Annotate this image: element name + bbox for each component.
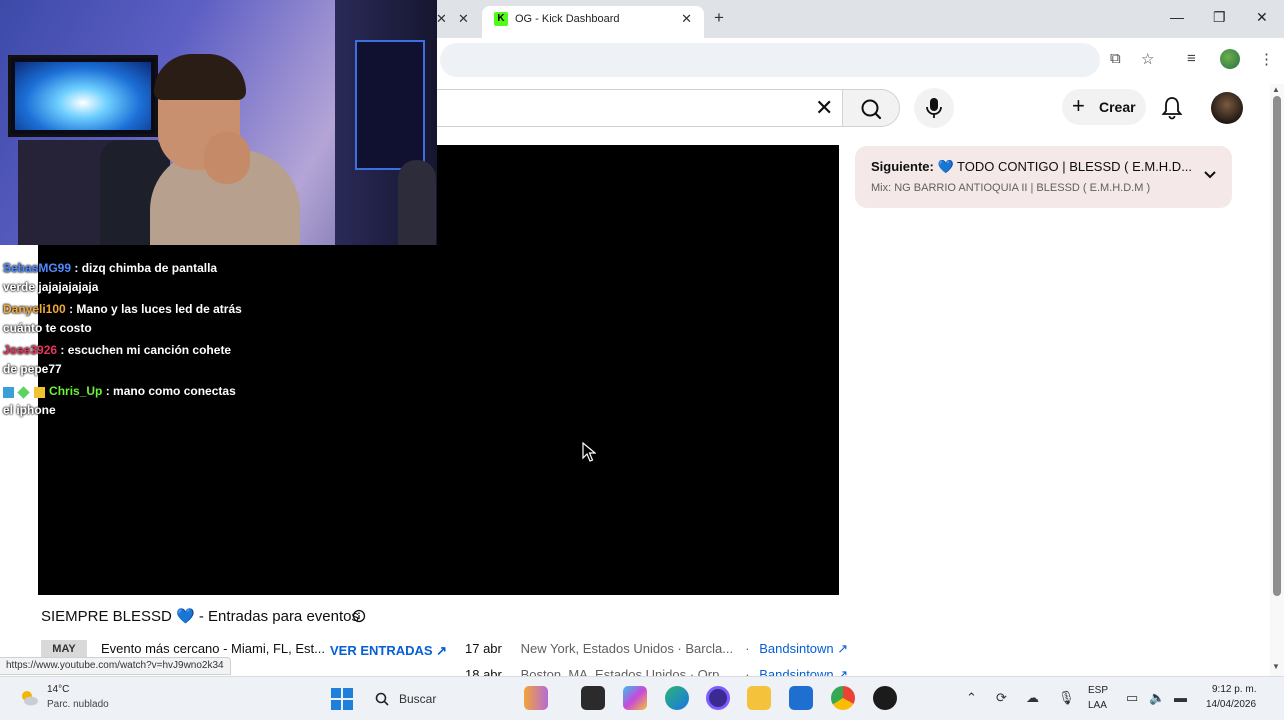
chrome-browser-icon[interactable]: [831, 686, 855, 710]
account-avatar[interactable]: [1211, 92, 1243, 124]
chat-message: SebasMG99 : dizq chimba de pantalla verd…: [3, 259, 248, 297]
plus-icon: +: [1072, 93, 1085, 118]
recording-app-icon[interactable]: [873, 686, 897, 710]
webcam-overlay: [0, 0, 437, 245]
kick-logo-icon: K: [494, 12, 508, 26]
tab-kick-dashboard[interactable]: K OG - Kick Dashboard ✕: [482, 6, 704, 38]
obs-studio-icon[interactable]: [706, 686, 730, 710]
view-tickets-link[interactable]: VER ENTRADAS ↗: [330, 643, 447, 659]
nearest-event-text: Evento más cercano - Miami, FL, Est...: [101, 641, 325, 656]
separator-dot: ·: [745, 641, 750, 656]
network-icon[interactable]: ▭: [1126, 690, 1138, 706]
bookmark-star-icon[interactable]: ☆: [1141, 50, 1154, 68]
link-status-bar: https://www.youtube.com/watch?v=hvJ9wno2…: [0, 657, 231, 675]
weather-temperature[interactable]: 14°C: [47, 684, 69, 695]
tab-title: OG - Kick Dashboard: [515, 13, 620, 25]
volume-icon[interactable]: 🔈: [1149, 690, 1165, 706]
youtube-search-button[interactable]: [842, 89, 900, 127]
voice-search-button[interactable]: [914, 88, 954, 128]
task-view-icon[interactable]: [581, 686, 605, 710]
microphone-icon: [926, 98, 942, 118]
tab-close-icon[interactable]: ✕: [436, 11, 447, 27]
weather-partly-cloudy-icon[interactable]: [18, 687, 40, 709]
address-bar[interactable]: [440, 43, 1100, 77]
up-next-subtitle: Mix: NG BARRIO ANTIOQUIA II | BLESSD ( E…: [871, 182, 1151, 194]
chat-message: Chris_Up : mano como conectas el iphone: [3, 382, 248, 420]
close-window-button[interactable]: ✕: [1256, 9, 1268, 26]
edge-browser-icon[interactable]: [665, 686, 689, 710]
chat-badges: [3, 382, 46, 401]
up-next-title-line: Siguiente: 💙 TODO CONTIGO | BLESSD ( E.M…: [871, 159, 1192, 175]
create-button[interactable]: + Crear: [1062, 89, 1146, 125]
search-icon: [861, 99, 882, 120]
scroll-up-arrow-icon[interactable]: ▲: [1272, 85, 1280, 94]
start-button[interactable]: [331, 688, 353, 710]
up-next-label: Siguiente:: [871, 159, 934, 174]
browser-menu-icon[interactable]: ⋮: [1259, 50, 1274, 68]
event-location: New York, Estados Unidos · Barcla...: [520, 641, 734, 656]
microsoft-store-icon[interactable]: [789, 686, 813, 710]
streamer-hair: [154, 54, 246, 100]
install-app-icon[interactable]: ⧉: [1110, 50, 1121, 67]
media-controls-icon[interactable]: ≡: [1187, 50, 1196, 67]
windows-logo-icon: [331, 688, 341, 698]
onedrive-cloud-icon[interactable]: ☁: [1026, 690, 1039, 706]
tv-screen: [8, 55, 158, 137]
taskbar-search-label: Buscar: [399, 692, 437, 706]
up-next-title: 💙 TODO CONTIGO | BLESSD ( E.M.H.D...: [937, 159, 1193, 174]
diamond-badge-icon: [17, 385, 31, 399]
microphone-tray-icon[interactable]: 🎙: [1058, 690, 1075, 706]
event-source-link[interactable]: Bandsintown ↗: [759, 641, 848, 656]
month-badge: MAY: [41, 640, 87, 658]
event-date: 17 abr: [465, 641, 502, 656]
microphone: [398, 160, 436, 245]
clock-time[interactable]: 9:12 p. m.: [1212, 684, 1256, 695]
language-indicator-line2[interactable]: LAA: [1088, 700, 1107, 711]
windows-taskbar: 14°C Parc. nublado Buscar ⌃ ⟳ ☁ 🎙 ESP LA…: [0, 676, 1284, 720]
events-section-title: SIEMPRE BLESSD 💙 - Entradas para eventos: [41, 608, 359, 625]
sync-icon[interactable]: ⟳: [996, 690, 1007, 706]
chat-username: Danyeli100: [3, 302, 66, 316]
maximize-button[interactable]: ❐: [1213, 9, 1226, 26]
streamer-hand: [204, 132, 250, 184]
show-hidden-icons-chevron-icon[interactable]: ⌃: [966, 690, 977, 706]
notifications-bell-icon[interactable]: [1160, 95, 1184, 121]
subscriber-badge-icon: [3, 386, 14, 398]
weather-description[interactable]: Parc. nublado: [47, 699, 109, 710]
tab-close-icon[interactable]: ✕: [681, 11, 692, 27]
fish-widget-icon[interactable]: [524, 686, 548, 710]
gift-badge-icon: [33, 386, 45, 398]
chat-username: Jose3926: [3, 343, 58, 357]
tab-close-icon[interactable]: ✕: [458, 11, 469, 27]
file-explorer-icon[interactable]: [747, 686, 771, 710]
search-icon: [375, 692, 389, 706]
create-label: Crear: [1099, 99, 1136, 115]
chat-message: Jose3926 : escuchen mi canción cohete de…: [3, 341, 248, 379]
copilot-icon[interactable]: [623, 686, 647, 710]
mouse-cursor-icon: [582, 442, 596, 462]
new-tab-button[interactable]: +: [714, 8, 724, 28]
scrollbar-thumb[interactable]: [1273, 96, 1281, 596]
page-scrollbar[interactable]: ▲ ▼: [1270, 84, 1284, 676]
profile-icon[interactable]: [1220, 49, 1240, 69]
chat-username: SebasMG99: [3, 261, 72, 275]
battery-icon[interactable]: ▬: [1174, 690, 1187, 705]
clear-search-icon[interactable]: ✕: [815, 95, 833, 121]
scroll-down-arrow-icon[interactable]: ▼: [1272, 662, 1280, 671]
info-icon[interactable]: [352, 609, 366, 623]
chevron-down-icon[interactable]: [1202, 166, 1218, 182]
clock-date[interactable]: 14/04/2026: [1206, 699, 1256, 710]
chat-username: Chris_Up: [49, 384, 103, 398]
stream-chat-overlay: SebasMG99 : dizq chimba de pantalla verd…: [3, 259, 248, 423]
up-next-panel[interactable]: Siguiente: 💙 TODO CONTIGO | BLESSD ( E.M…: [855, 146, 1232, 208]
minimize-button[interactable]: —: [1170, 9, 1184, 25]
language-indicator-line1[interactable]: ESP: [1088, 685, 1108, 696]
youtube-search-input[interactable]: [420, 89, 852, 127]
event-row[interactable]: 17 abr New York, Estados Unidos · Barcla…: [465, 641, 848, 657]
chat-message: Danyeli100 : Mano y las luces led de atr…: [3, 300, 248, 338]
